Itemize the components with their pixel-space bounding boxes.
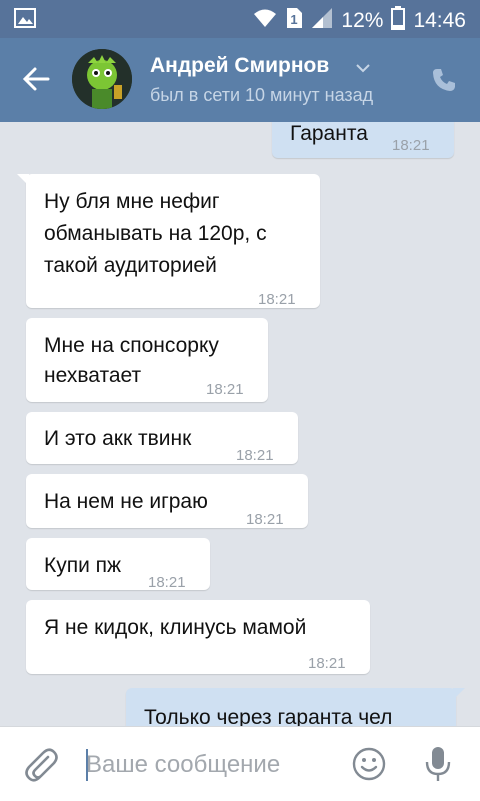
last-seen-status: был в сети 10 минут назад	[150, 85, 374, 105]
microphone-icon[interactable]	[424, 745, 452, 788]
battery-percent: 12%	[341, 9, 384, 32]
message-text: На нем не играю	[44, 490, 208, 513]
battery-icon	[391, 6, 406, 36]
chevron-down-icon[interactable]	[355, 60, 371, 78]
message-text: Я не кидок, клинусь мамой	[44, 616, 307, 639]
message-text: Купи пж	[44, 554, 122, 577]
message-bubble[interactable]: На нем не играю 18:21	[26, 474, 308, 528]
message-time: 18:21	[206, 381, 244, 398]
svg-text:1: 1	[291, 12, 298, 27]
message-text: Гаранта	[290, 122, 368, 145]
back-arrow-icon[interactable]	[22, 66, 50, 97]
message-text: И это акк твинк	[44, 427, 192, 450]
message-bubble[interactable]: И это акк твинк 18:21	[26, 412, 298, 464]
message-time: 18:21	[258, 291, 296, 308]
message-bubble[interactable]: Я не кидок, клинусь мамой 18:21	[26, 600, 370, 674]
gallery-notification-icon	[14, 8, 36, 33]
message-text: Ну бля мне нефиг	[44, 190, 220, 213]
contact-name[interactable]: Андрей Смирнов	[150, 54, 329, 78]
message-input[interactable]: Ваше сообщение	[86, 751, 280, 779]
message-text: Мне на спонсорку	[44, 334, 219, 357]
clock: 14:46	[413, 9, 466, 32]
message-text: Только через гаранта чел	[144, 706, 393, 726]
message-bubble[interactable]: Купи пж 18:21	[26, 538, 210, 591]
message-time: 18:21	[246, 511, 284, 528]
emoji-icon[interactable]	[352, 747, 386, 786]
message-time: 18:21	[236, 447, 274, 464]
signal-icon	[311, 7, 333, 35]
message-list[interactable]: Гаранта 18:21 Ну бля мне нефиг обманыват…	[0, 122, 480, 726]
message-text: нехватает	[44, 364, 142, 387]
message-text: обманывать на 120р, с	[44, 222, 267, 245]
wifi-icon	[253, 8, 277, 34]
message-bubble[interactable]: Мне на спонсорку нехватает 18:21	[26, 318, 268, 402]
avatar[interactable]	[72, 49, 132, 109]
message-bubble[interactable]: Гаранта 18:21	[272, 122, 454, 158]
status-bar: 1 12% 14:46	[0, 0, 480, 38]
message-composer: Ваше сообщение	[0, 726, 480, 801]
message-time: 18:21	[308, 655, 346, 672]
chat-header: Андрей Смирнов был в сети 10 минут назад	[0, 38, 480, 122]
paperclip-icon[interactable]	[24, 747, 58, 788]
message-text: такой аудиторией	[44, 254, 217, 277]
phone-icon[interactable]	[430, 66, 458, 99]
message-bubble[interactable]: Только через гаранта чел	[126, 688, 465, 726]
message-time: 18:21	[392, 137, 430, 154]
sim-icon: 1	[285, 7, 303, 35]
message-bubble[interactable]: Ну бля мне нефиг обманывать на 120р, с т…	[17, 174, 320, 308]
message-time: 18:21	[148, 574, 186, 591]
